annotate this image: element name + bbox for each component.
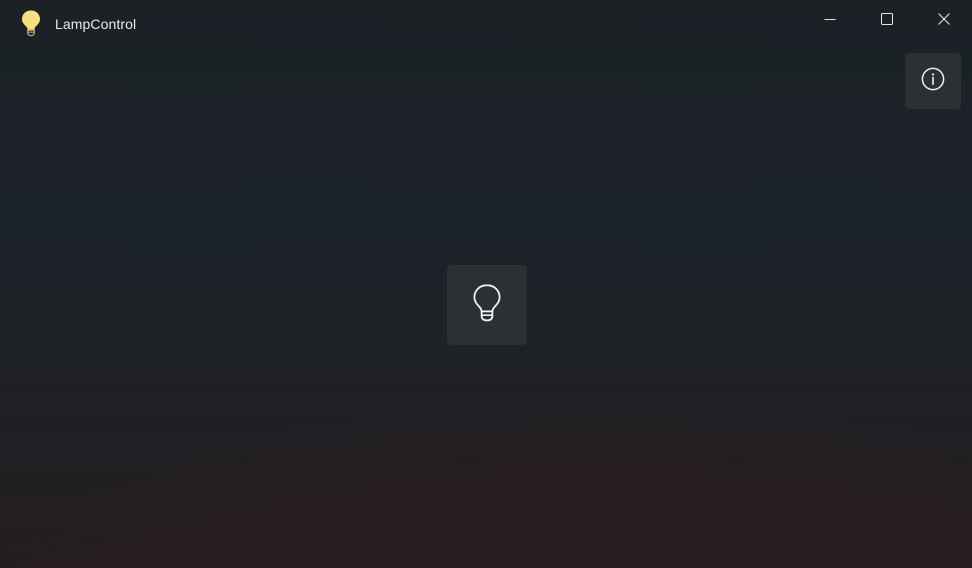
maximize-icon — [880, 13, 893, 25]
close-button[interactable] — [915, 0, 972, 38]
app-window: LampControl — [0, 0, 972, 568]
info-button[interactable] — [905, 53, 961, 109]
app-title: LampControl — [55, 16, 137, 32]
lamp-toggle-button[interactable] — [447, 265, 527, 345]
info-icon — [921, 67, 945, 96]
lightbulb-icon — [20, 9, 42, 37]
maximize-button[interactable] — [858, 0, 915, 38]
minimize-icon — [824, 13, 836, 25]
close-icon — [937, 13, 950, 25]
title-bar[interactable]: LampControl — [0, 0, 972, 46]
minimize-button[interactable] — [801, 0, 858, 38]
lightbulb-outline-icon — [471, 283, 503, 328]
